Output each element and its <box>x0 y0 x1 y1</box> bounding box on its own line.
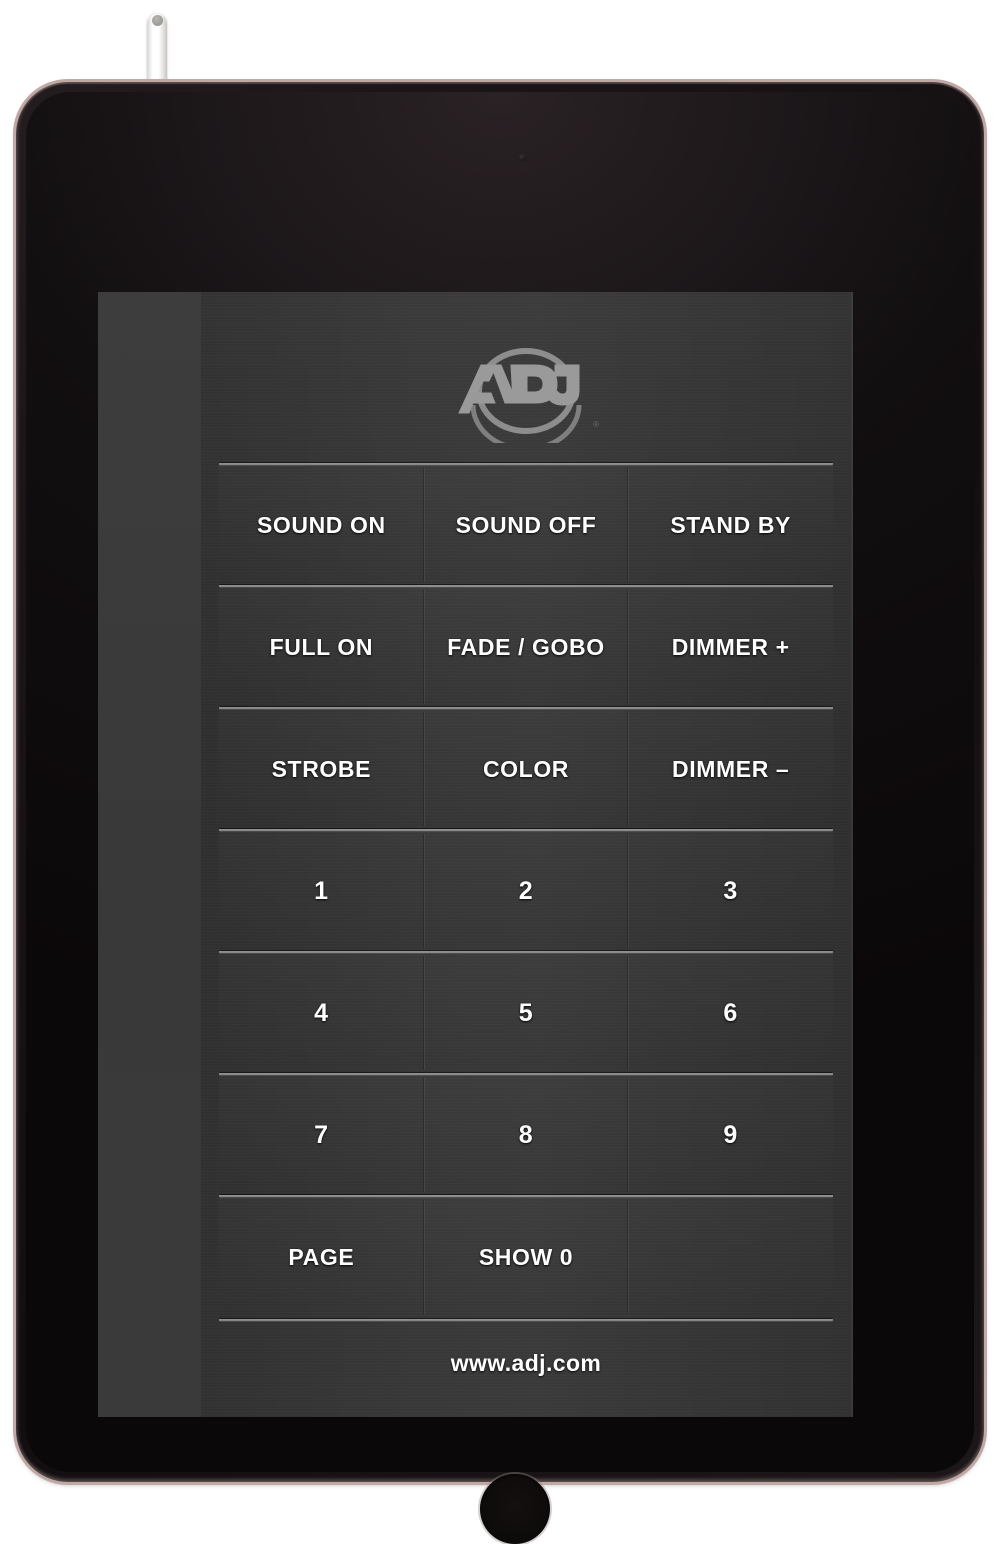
button-2[interactable]: 2 <box>422 830 629 952</box>
brand-logo-area: ® <box>201 340 851 450</box>
button-fade-gobo[interactable]: FADE / GOBO <box>422 586 629 708</box>
button-grid: SOUND ON SOUND OFF STAND BY FULL ON FADE… <box>219 462 834 1318</box>
grid-row: STROBE COLOR DIMMER – <box>219 706 834 830</box>
tablet-device: ® SOUND ON SOUND OFF STAND BY FULL ON FA… <box>16 82 984 1544</box>
grid-row: 4 5 6 <box>219 950 834 1074</box>
adj-logo-icon: ® <box>451 347 601 443</box>
app-control-panel: ® SOUND ON SOUND OFF STAND BY FULL ON FA… <box>201 292 851 1417</box>
registered-mark: ® <box>593 420 599 429</box>
grid-row: 7 8 9 <box>219 1072 834 1196</box>
button-blank <box>627 1196 834 1318</box>
button-show-0[interactable]: SHOW 0 <box>422 1196 629 1318</box>
button-stand-by[interactable]: STAND BY <box>627 464 834 586</box>
screen-right-margin <box>851 292 853 1417</box>
button-5[interactable]: 5 <box>422 952 629 1074</box>
grid-row: 1 2 3 <box>219 828 834 952</box>
front-camera-icon <box>519 154 526 161</box>
button-color[interactable]: COLOR <box>422 708 629 830</box>
home-button[interactable] <box>480 1474 550 1544</box>
button-strobe[interactable]: STROBE <box>219 708 424 830</box>
screen-left-margin <box>98 292 201 1417</box>
grid-row: FULL ON FADE / GOBO DIMMER + <box>219 584 834 708</box>
button-full-on[interactable]: FULL ON <box>219 586 424 708</box>
grid-row: SOUND ON SOUND OFF STAND BY <box>219 462 834 586</box>
stylus-tip-icon <box>152 15 163 26</box>
button-7[interactable]: 7 <box>219 1074 424 1196</box>
tablet-screen: ® SOUND ON SOUND OFF STAND BY FULL ON FA… <box>98 292 853 1417</box>
button-4[interactable]: 4 <box>219 952 424 1074</box>
button-8[interactable]: 8 <box>422 1074 629 1196</box>
button-3[interactable]: 3 <box>627 830 834 952</box>
button-sound-off[interactable]: SOUND OFF <box>422 464 629 586</box>
button-1[interactable]: 1 <box>219 830 424 952</box>
button-dimmer-plus[interactable]: DIMMER + <box>627 586 834 708</box>
grid-row: PAGE SHOW 0 <box>219 1194 834 1318</box>
button-6[interactable]: 6 <box>627 952 834 1074</box>
button-9[interactable]: 9 <box>627 1074 834 1196</box>
button-sound-on[interactable]: SOUND ON <box>219 464 424 586</box>
button-page[interactable]: PAGE <box>219 1196 424 1318</box>
footer-url[interactable]: www.adj.com <box>201 1350 851 1377</box>
grid-bottom-divider <box>219 1318 833 1322</box>
button-dimmer-minus[interactable]: DIMMER – <box>627 708 834 830</box>
